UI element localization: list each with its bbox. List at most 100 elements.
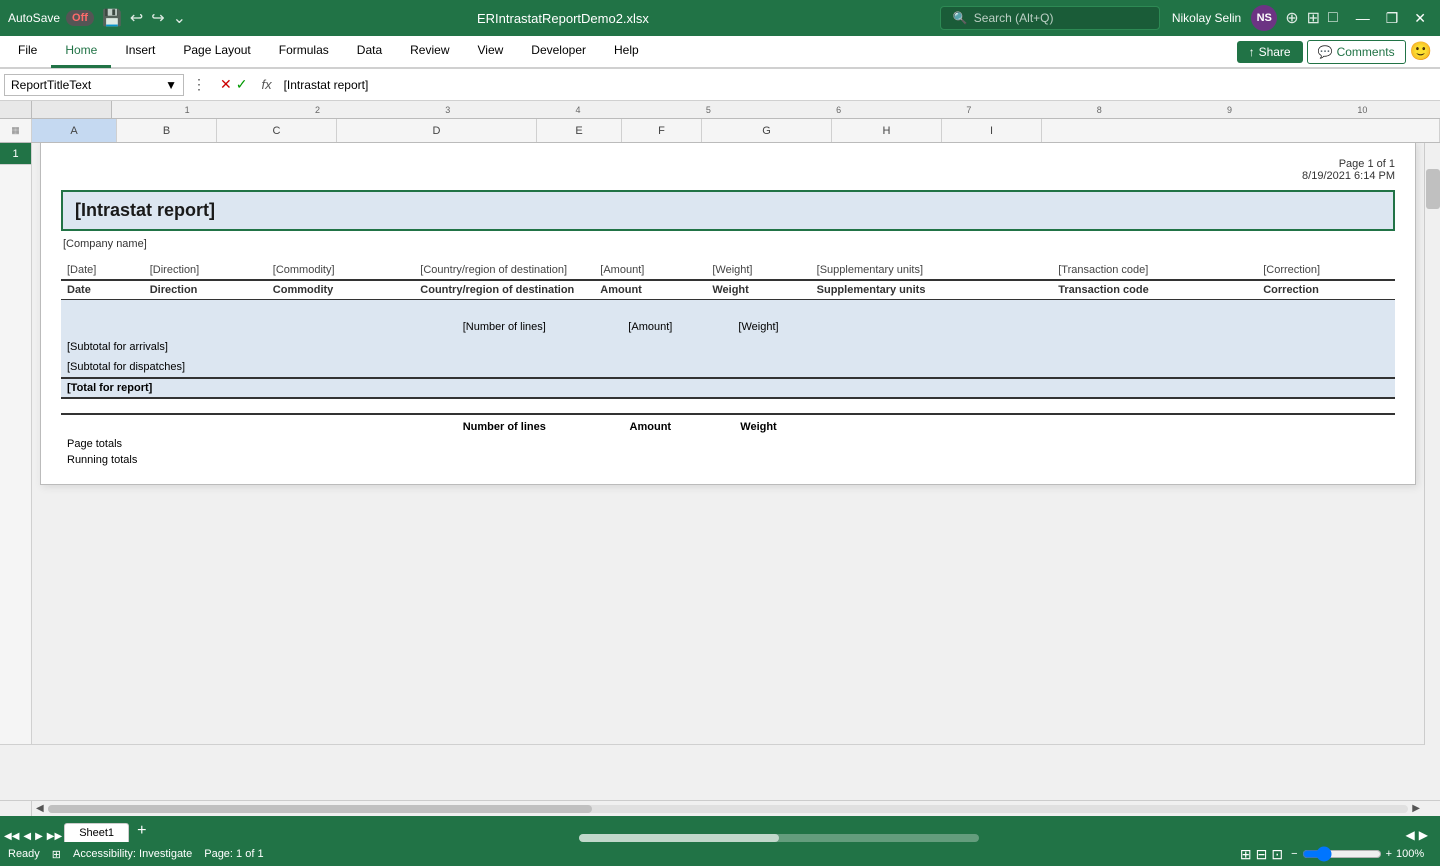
h-scrollbar: ◀ ▶ bbox=[0, 800, 1440, 816]
row-num-empty[interactable] bbox=[0, 165, 32, 745]
data-row-1 bbox=[61, 300, 1395, 318]
sheet-last-icon[interactable]: ▶▶ bbox=[47, 831, 62, 842]
col-country-ph[interactable]: [Country/region of destination] bbox=[414, 261, 594, 280]
ribbon: File Home Insert Page Layout Formulas Da… bbox=[0, 36, 1440, 69]
report-title-text: [Intrastat report] bbox=[75, 200, 215, 220]
col-direction-ph[interactable]: [Direction] bbox=[144, 261, 267, 280]
present-icon[interactable]: □ bbox=[1328, 9, 1338, 27]
scroll-right-arrow[interactable]: ▶ bbox=[1419, 828, 1428, 842]
row-num-1[interactable]: 1 bbox=[0, 143, 32, 165]
grid-scroll[interactable]: 1 Page 1 of 1 8/19/2021 6:14 PM bbox=[0, 143, 1440, 800]
report-title-cell[interactable]: [Intrastat report] bbox=[61, 190, 1395, 231]
ribbon-icon[interactable]: ⊞ bbox=[1307, 8, 1320, 28]
avatar[interactable]: NS bbox=[1251, 5, 1277, 31]
redo-icon[interactable]: ↪ bbox=[151, 8, 164, 28]
tab-file[interactable]: File bbox=[4, 36, 51, 68]
confirm-formula-button[interactable]: ✓ bbox=[236, 76, 248, 93]
zoom-in-icon[interactable]: + bbox=[1386, 848, 1392, 860]
h-scrollbar-track[interactable] bbox=[48, 805, 1409, 813]
tab-formulas[interactable]: Formulas bbox=[265, 36, 343, 68]
restore-button[interactable]: ❐ bbox=[1380, 8, 1405, 29]
title-icons: 💾 ↩ ↪ ⌄ bbox=[102, 8, 186, 28]
h-scrollbar-thumb[interactable] bbox=[48, 805, 592, 813]
data-amount: [Amount] bbox=[594, 318, 706, 338]
col-header-e[interactable]: E bbox=[537, 119, 622, 142]
zoom-controls: − + 100% bbox=[1291, 846, 1432, 862]
tab-home[interactable]: Home bbox=[51, 36, 111, 68]
h-scroll-right-icon[interactable]: ▶ bbox=[1412, 803, 1420, 814]
table-row: [Number of lines] [Amount] [Weight] bbox=[61, 318, 1395, 338]
col-header-d[interactable]: D bbox=[337, 119, 537, 142]
col-correction-ph[interactable]: [Correction] bbox=[1257, 261, 1395, 280]
col-weight-ph[interactable]: [Weight] bbox=[706, 261, 810, 280]
col-header-i[interactable]: I bbox=[942, 119, 1042, 142]
col-commodity-ph[interactable]: [Commodity] bbox=[267, 261, 415, 280]
tab-developer[interactable]: Developer bbox=[517, 36, 600, 68]
status-bar: Ready ⊞ Accessibility: Investigate Page:… bbox=[0, 842, 1440, 866]
tab-help[interactable]: Help bbox=[600, 36, 653, 68]
view-icons: ⊞ ⊟ ⊡ bbox=[1240, 846, 1283, 863]
page-break-icon[interactable]: ⊟ bbox=[1256, 846, 1268, 863]
bottom-area: ◀◀ ◀ ▶ ▶▶ Sheet1 + ◀ ▶ Ready ⊞ Acc bbox=[0, 816, 1440, 866]
customize-icon[interactable]: ⌄ bbox=[173, 8, 186, 28]
col-header-b[interactable]: B bbox=[117, 119, 217, 142]
col-transaction-ph[interactable]: [Transaction code] bbox=[1052, 261, 1257, 280]
tab-view[interactable]: View bbox=[464, 36, 518, 68]
column-options-icon[interactable]: ⋮ bbox=[188, 76, 210, 93]
tab-insert[interactable]: Insert bbox=[111, 36, 169, 68]
col-header-more[interactable] bbox=[1042, 119, 1440, 142]
col-header-c[interactable]: C bbox=[217, 119, 337, 142]
summary-empty-2 bbox=[144, 414, 267, 436]
col-amount-ph[interactable]: [Amount] bbox=[594, 261, 706, 280]
zoom-percent[interactable]: 100% bbox=[1396, 848, 1432, 860]
tab-data[interactable]: Data bbox=[343, 36, 396, 68]
col-header-h[interactable]: H bbox=[832, 119, 942, 142]
bottom-scroll-thumb[interactable] bbox=[579, 834, 779, 842]
help-icon[interactable]: ⊕ bbox=[1285, 8, 1298, 28]
search-input[interactable] bbox=[974, 11, 1134, 25]
scroll-left-arrow[interactable]: ◀ bbox=[1406, 828, 1415, 842]
share-icon: ↑ bbox=[1249, 45, 1255, 59]
fx-label: fx bbox=[257, 77, 275, 92]
ruler-mark-4: 4 bbox=[576, 105, 581, 115]
h-scroll-left-icon[interactable]: ◀ bbox=[36, 803, 44, 814]
sheet-first-icon[interactable]: ◀◀ bbox=[4, 831, 19, 842]
zoom-slider[interactable] bbox=[1302, 846, 1382, 862]
tab-page-layout[interactable]: Page Layout bbox=[169, 36, 264, 68]
add-sheet-button[interactable]: + bbox=[131, 820, 152, 842]
emoji-icon[interactable]: 🙂 bbox=[1410, 41, 1432, 62]
file-name: ERIntrastatReportDemo2.xlsx bbox=[186, 11, 940, 26]
company-name-cell[interactable]: [Company name] bbox=[61, 235, 1395, 253]
formula-input[interactable] bbox=[280, 78, 1436, 92]
sheet-prev-icon[interactable]: ◀ bbox=[23, 831, 31, 842]
page-layout-icon[interactable]: ⊡ bbox=[1271, 846, 1283, 863]
bottom-scrollbar[interactable] bbox=[579, 834, 979, 842]
name-box[interactable]: ReportTitleText ▼ bbox=[4, 74, 184, 96]
col-supp-ph[interactable]: [Supplementary units] bbox=[811, 261, 1053, 280]
share-button[interactable]: ↑ Share bbox=[1237, 41, 1303, 63]
user-section: Nikolay Selin NS bbox=[1172, 5, 1277, 31]
v-scrollbar-thumb[interactable] bbox=[1426, 169, 1440, 209]
comments-button[interactable]: 💬 Comments bbox=[1307, 40, 1406, 64]
v-scrollbar-area[interactable] bbox=[1424, 143, 1440, 165]
page-datetime: 8/19/2021 6:14 PM bbox=[61, 170, 1395, 182]
col-date-ph[interactable]: [Date] bbox=[61, 261, 144, 280]
col-header-f[interactable]: F bbox=[622, 119, 702, 142]
col-header-a[interactable]: A bbox=[32, 119, 117, 142]
col-header-g[interactable]: G bbox=[702, 119, 832, 142]
save-icon[interactable]: 💾 bbox=[102, 8, 122, 28]
close-button[interactable]: ✕ bbox=[1408, 8, 1432, 29]
sheet-tab-sheet1[interactable]: Sheet1 bbox=[64, 823, 129, 842]
accessibility-text[interactable]: Accessibility: Investigate bbox=[73, 848, 192, 860]
cancel-formula-button[interactable]: ✕ bbox=[220, 76, 232, 93]
sheet-next-icon[interactable]: ▶ bbox=[35, 831, 43, 842]
normal-view-icon[interactable]: ⊞ bbox=[1240, 846, 1252, 863]
minimize-button[interactable]: — bbox=[1350, 8, 1376, 29]
zoom-out-icon[interactable]: − bbox=[1291, 848, 1297, 860]
undo-icon[interactable]: ↩ bbox=[130, 8, 143, 28]
tab-review[interactable]: Review bbox=[396, 36, 463, 68]
name-box-chevron[interactable]: ▼ bbox=[165, 78, 177, 92]
cell-mode-icon[interactable]: ⊞ bbox=[52, 848, 61, 861]
data-empty-4 bbox=[811, 318, 1053, 338]
autosave-toggle[interactable]: Off bbox=[66, 10, 94, 26]
